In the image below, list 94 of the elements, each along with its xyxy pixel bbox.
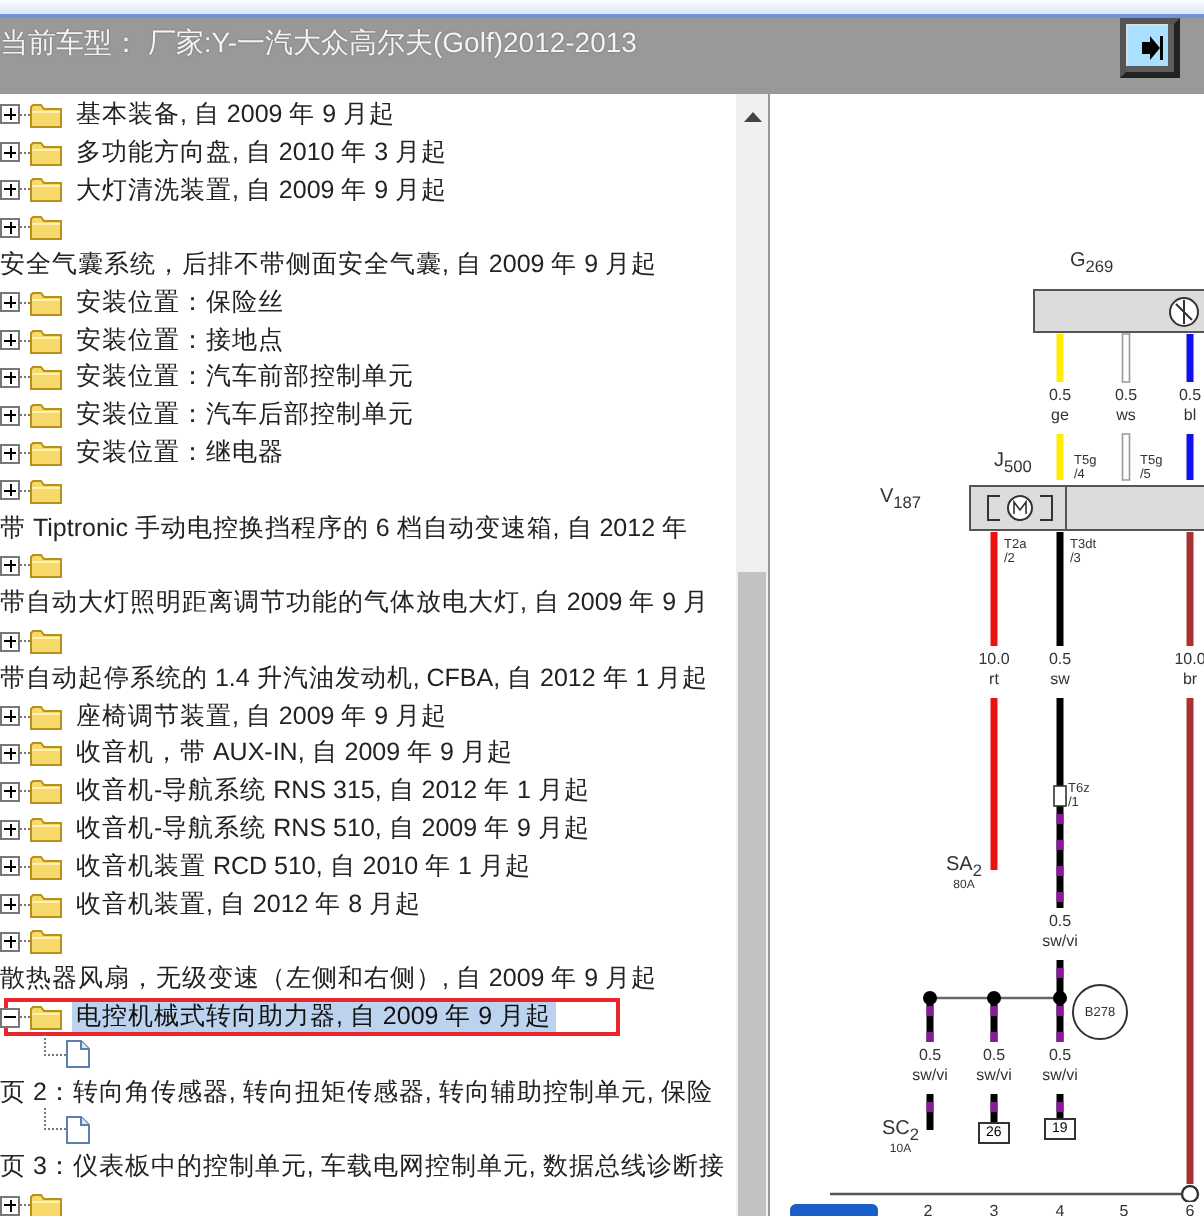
folder-icon: [30, 289, 62, 316]
expander-icon[interactable]: [0, 443, 20, 464]
tree-item[interactable]: 安装位置：继电器: [72, 434, 288, 473]
page-link[interactable]: 页 3：仪表板中的控制单元, 车载电网控制单元, 数据总线诊断接: [0, 1150, 725, 1185]
expander-icon[interactable]: [0, 555, 20, 576]
page-link[interactable]: 页 2：转向角传感器, 转向扭矩传感器, 转向辅助控制单元, 保险: [0, 1075, 713, 1110]
wire-size-label: 10.0: [978, 650, 1010, 670]
vehicle-model-title: 当前车型： 厂家:Y-一汽大众高尔夫(Golf)2012-2013: [0, 24, 637, 62]
folder-icon: [30, 816, 62, 843]
expander-icon[interactable]: [0, 1195, 20, 1215]
component-label: SC$_{2}$: [882, 1118, 920, 1144]
folder-icon: [30, 327, 62, 354]
folder-icon: [30, 853, 62, 880]
wire-color-code: sw/vi: [1042, 932, 1078, 952]
expander-icon[interactable]: [0, 894, 20, 915]
expander-icon[interactable]: [0, 706, 20, 727]
tree-item[interactable]: 多功能方向盘, 自 2010 年 3 月起: [72, 133, 452, 172]
scroll-up-icon[interactable]: [743, 112, 761, 122]
folder-icon: [30, 891, 62, 918]
expander-icon[interactable]: [0, 781, 20, 802]
folder-icon: [30, 703, 62, 730]
folder-icon: [30, 364, 62, 391]
arrow-to-bar-button[interactable]: [1120, 18, 1180, 78]
document-icon[interactable]: [66, 1040, 90, 1069]
component-label: SA$_{2}$: [946, 854, 982, 880]
wire-color-code: bl: [1183, 406, 1197, 426]
tree-item[interactable]: 安装位置：保险丝: [72, 283, 288, 322]
tree-item[interactable]: 收音机装置, 自 2012 年 8 月起: [72, 885, 426, 924]
tree-item-label: 散热器风扇，无级变速（左侧和右侧）, 自 2009 年 9 月起: [0, 962, 658, 997]
sensor-symbol-icon: [1169, 297, 1199, 327]
wire-size-label: 0.5: [1178, 386, 1202, 406]
scrollbar-thumb[interactable]: [738, 572, 766, 1216]
motor-icon: [987, 495, 1053, 521]
tree-item[interactable]: 收音机装置 RCD 510, 自 2010 年 1 月起: [72, 847, 535, 886]
tree-item-label: 带 Tiptronic 手动电控换挡程序的 6 档自动变速箱, 自 2012 年: [0, 511, 689, 546]
tree-item[interactable]: 大灯清洗装置, 自 2009 年 9 月起: [72, 171, 452, 209]
expander-icon[interactable]: [0, 292, 20, 313]
wire-size-label: 0.5: [1048, 650, 1072, 670]
tree-item[interactable]: 安装位置：汽车前部控制单元: [72, 358, 418, 397]
folder-icon: [30, 440, 62, 467]
tree-item-label: 带自动起停系统的 1.4 升汽油发动机, CFBA, 自 2012 年 1 月起: [0, 661, 709, 696]
folder-icon: [30, 176, 62, 203]
tree-item[interactable]: 座椅调节装置, 自 2009 年 9 月起: [72, 697, 452, 736]
expander-icon[interactable]: [0, 367, 20, 388]
wire-color-code: sw/vi: [912, 1066, 948, 1086]
expander-icon[interactable]: [0, 142, 20, 163]
expander-icon[interactable]: [0, 931, 20, 952]
document-icon[interactable]: [66, 1115, 90, 1144]
component-label: J$_{500}$: [994, 450, 1032, 476]
component-label: G$_{269}$: [1070, 250, 1114, 276]
connector-icon: [1053, 785, 1067, 807]
expander-icon[interactable]: [0, 856, 20, 877]
expander-icon[interactable]: [0, 405, 20, 426]
junction-dot: [987, 991, 1001, 1005]
folder-icon: [30, 101, 62, 128]
wire-color-code: br: [1182, 670, 1198, 690]
wire-size-label: 0.5: [982, 1046, 1006, 1066]
expander-icon[interactable]: [0, 179, 20, 200]
wire-size-label: 0.5: [1114, 386, 1138, 406]
wire-size-label: 0.5: [1048, 912, 1072, 932]
wire-size-label: 0.5: [1048, 386, 1072, 406]
tree-item-label: 带自动大灯照明距离调节功能的气体放电大灯, 自 2009 年 9 月: [0, 586, 710, 621]
tree-item[interactable]: 收音机，带 AUX-IN, 自 2009 年 9 月起: [72, 734, 517, 773]
expander-icon[interactable]: [0, 819, 20, 840]
wire-size-label: 0.5: [918, 1046, 942, 1066]
tree-item[interactable]: 收音机-导航系统 RNS 315, 自 2012 年 1 月起: [72, 772, 594, 811]
expander-icon[interactable]: [0, 1007, 20, 1028]
expander-icon[interactable]: [0, 330, 20, 351]
wire-color-code: sw: [1050, 670, 1070, 690]
folder-icon: [30, 402, 62, 429]
tree-item[interactable]: 安装位置：接地点: [72, 321, 288, 360]
folder-icon: [30, 1004, 62, 1031]
wire-color-code: sw/vi: [976, 1066, 1012, 1086]
wire-color-code: ws: [1116, 406, 1136, 426]
wire-color-code: rt: [989, 670, 999, 690]
folder-icon: [30, 740, 62, 767]
expander-icon[interactable]: [0, 631, 20, 652]
folder-icon: [30, 139, 62, 166]
tree-item-label: 安全气囊系统，后排不带侧面安全气囊, 自 2009 年 9 月起: [0, 248, 658, 283]
component-label: V$_{187}$: [880, 486, 922, 512]
wire-size-label: 0.5: [1048, 1046, 1072, 1066]
expander-icon[interactable]: [0, 743, 20, 764]
junction-dot: [923, 991, 937, 1005]
tree-item[interactable]: 基本装备, 自 2009 年 9 月起: [72, 95, 400, 134]
folder-icon: [30, 778, 62, 805]
expander-icon[interactable]: [0, 104, 20, 125]
arrow-to-bar-icon: [1136, 34, 1164, 62]
junction-dot: [1053, 991, 1067, 1005]
expander-icon[interactable]: [0, 480, 20, 501]
tree-item[interactable]: 收音机-导航系统 RNS 510, 自 2009 年 9 月起: [72, 810, 594, 849]
wire-color-code: ge: [1051, 406, 1069, 426]
expander-icon[interactable]: [0, 217, 20, 238]
wire-color-code: sw/vi: [1042, 1066, 1078, 1086]
tree-item[interactable]: 安装位置：汽车后部控制单元: [72, 396, 418, 435]
